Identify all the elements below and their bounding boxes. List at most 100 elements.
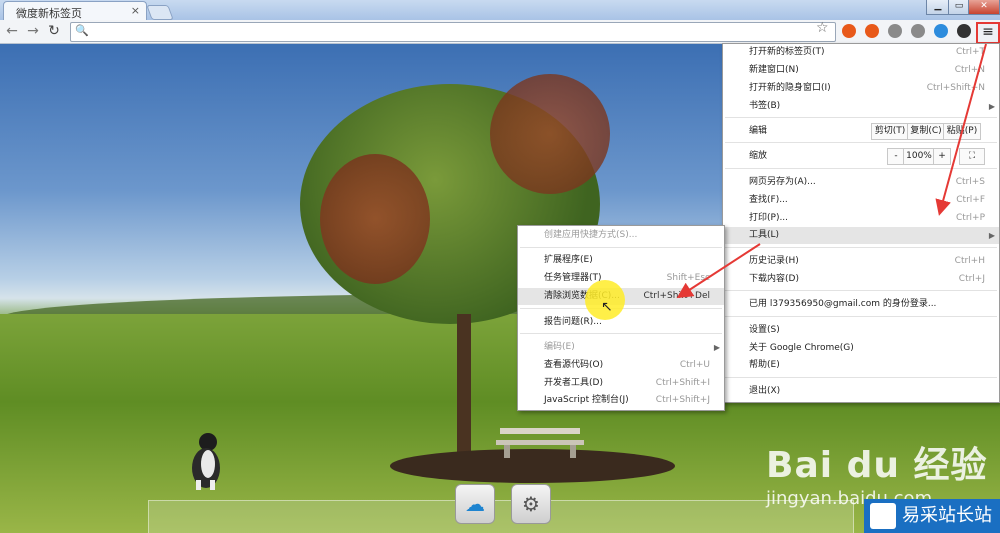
main-menu-item-5[interactable]: 编辑 剪切(T) 复制(C) 粘贴(P) [723, 123, 999, 140]
main-menu-item-15[interactable]: 关于 Google Chrome(G) [723, 340, 999, 357]
menu-separator [725, 117, 997, 118]
tools-menu-item-3[interactable]: 任务管理器(T) Shift+Esc [518, 270, 724, 287]
forward-arrow-icon[interactable]: → [24, 22, 42, 40]
fullscreen-icon[interactable]: ⛶ [959, 148, 985, 165]
tools-menu-item-shortcut: Ctrl+Shift+I [655, 378, 710, 388]
main-menu-item-16[interactable]: 帮助(E) [723, 357, 999, 374]
tools-menu-item-1[interactable]: 创建应用快捷方式(S)... [518, 227, 724, 244]
main-menu-item-14[interactable]: 设置(S) [723, 322, 999, 339]
chrome-main-menu: 打开新的标签页(T) Ctrl+T 新建窗口(N) Ctrl+N 打开新的隐身窗口(I)… [722, 43, 1000, 403]
main-menu-item-label: 已用 l379356950@gmail.com 的身份登录... [749, 299, 937, 309]
chrome-menu-button[interactable]: ≡ [976, 22, 1000, 44]
extension-icon-6[interactable] [957, 24, 971, 38]
tools-menu-item-2[interactable]: 扩展程序(E) [518, 252, 724, 269]
main-menu-item-shortcut: Ctrl+N [954, 65, 985, 75]
main-menu-item-label: 历史记录(H) [749, 256, 799, 266]
tab-title: 微度新标签页 [16, 7, 82, 20]
main-menu-item-shortcut: Ctrl+S [955, 177, 985, 187]
main-menu-item-10[interactable]: 工具(L) ▶ [723, 227, 999, 244]
main-menu-item-1[interactable]: 打开新的标签页(T) Ctrl+T [723, 44, 999, 61]
cloud-icon[interactable]: ☁ [455, 484, 495, 524]
tab-new-tab[interactable]: 微度新标签页 × [3, 1, 147, 21]
menu-separator [520, 247, 722, 248]
tree-trunk [457, 314, 471, 454]
extension-icon-4[interactable] [911, 24, 925, 38]
main-menu-item-label: 下载内容(D) [749, 274, 799, 284]
menu-separator [725, 316, 997, 317]
settings-gear-icon[interactable]: ⚙ [511, 484, 551, 524]
tools-menu-item-label: 扩展程序(E) [544, 255, 593, 265]
extension-icon-3[interactable] [888, 24, 902, 38]
tools-menu-item-8[interactable]: 开发者工具(D) Ctrl+Shift+I [518, 375, 724, 392]
dog [192, 433, 220, 490]
search-icon: 🔍 [75, 24, 89, 37]
main-menu-item-shortcut: Ctrl+P [956, 213, 985, 223]
tools-menu-item-7[interactable]: 查看源代码(O) Ctrl+U [518, 357, 724, 374]
tree-canopy-red-left [320, 154, 430, 284]
main-menu-item-2[interactable]: 新建窗口(N) Ctrl+N [723, 62, 999, 79]
maximize-button[interactable]: ▭ [948, 0, 970, 15]
extension-icon-1[interactable] [842, 24, 856, 38]
main-menu-item-label: 书签(B) [749, 101, 781, 111]
tools-submenu: 创建应用快捷方式(S)... 扩展程序(E) 任务管理器(T) Shift+Esc 清除… [517, 225, 725, 411]
main-menu-item-label: 查找(F)... [749, 195, 788, 205]
main-menu-item-9[interactable]: 打印(P)... Ctrl+P [723, 210, 999, 227]
edit-button-3[interactable]: 粘贴(P) [943, 123, 981, 140]
main-menu-item-label: 打开新的标签页(T) [749, 47, 825, 57]
bench [496, 428, 584, 458]
main-menu-item-label: 工具(L) [749, 230, 780, 240]
edit-button-1[interactable]: 剪切(T) [871, 123, 909, 140]
extension-icon-2[interactable] [865, 24, 879, 38]
submenu-arrow-icon: ▶ [988, 231, 995, 240]
tab-close-icon[interactable]: × [131, 4, 140, 17]
tools-menu-item-label: 开发者工具(D) [544, 378, 603, 388]
tools-menu-item-label: 查看源代码(O) [544, 360, 604, 370]
zoom-in-button[interactable]: + [933, 148, 951, 165]
main-menu-item-7[interactable]: 网页另存为(A)... Ctrl+S [723, 174, 999, 191]
reload-icon[interactable]: ↻ [45, 22, 63, 40]
main-menu-item-label: 新建窗口(N) [749, 65, 799, 75]
minimize-button[interactable]: ▁ [926, 0, 950, 15]
submenu-arrow-icon: ▶ [713, 343, 720, 352]
menu-separator [520, 333, 722, 334]
bookmark-star-icon[interactable]: ☆ [816, 20, 829, 36]
site-badge-text: 易采站长站 [902, 505, 992, 526]
main-menu-item-13[interactable]: 已用 l379356950@gmail.com 的身份登录... [723, 296, 999, 313]
tools-menu-item-label: 创建应用快捷方式(S)... [544, 230, 638, 240]
main-menu-item-12[interactable]: 下载内容(D) Ctrl+J [723, 271, 999, 288]
edit-button-2[interactable]: 复制(C) [907, 123, 945, 140]
extension-icon-5[interactable] [934, 24, 948, 38]
main-menu-item-11[interactable]: 历史记录(H) Ctrl+H [723, 253, 999, 270]
tree-canopy-red-top [490, 74, 610, 194]
new-tab-button[interactable] [146, 5, 174, 20]
tools-menu-item-shortcut: Ctrl+Shift+Del [643, 291, 710, 301]
main-menu-item-shortcut: Ctrl+J [958, 274, 985, 284]
tools-menu-item-label: JavaScript 控制台(J) [544, 395, 629, 405]
main-menu-item-3[interactable]: 打开新的隐身窗口(I) Ctrl+Shift+N [723, 80, 999, 97]
tools-menu-item-5[interactable]: 报告问题(R)... [518, 314, 724, 331]
site-badge: 易采站长站 [864, 499, 1000, 533]
main-menu-item-shortcut: Ctrl+T [955, 47, 985, 57]
tools-menu-item-label: 编码(E) [544, 342, 575, 352]
close-window-button[interactable]: ✕ [968, 0, 1000, 15]
main-menu-item-label: 编辑 [749, 126, 768, 136]
main-menu-item-label: 设置(S) [749, 325, 780, 335]
main-menu-item-17[interactable]: 退出(X) [723, 383, 999, 400]
browser-toolbar: ← → ↻ 🔍 ☆ [0, 20, 1000, 44]
main-menu-item-8[interactable]: 查找(F)... Ctrl+F [723, 192, 999, 209]
back-arrow-icon[interactable]: ← [3, 22, 21, 40]
menu-separator [725, 168, 997, 169]
menu-separator [725, 290, 997, 291]
tools-menu-item-6[interactable]: 编码(E) ▶ [518, 339, 724, 356]
submenu-arrow-icon: ▶ [988, 102, 995, 111]
main-menu-item-label: 退出(X) [749, 386, 781, 396]
main-menu-item-label: 打印(P)... [749, 213, 789, 223]
menu-separator [725, 377, 997, 378]
tools-menu-item-shortcut: Ctrl+Shift+J [655, 395, 710, 405]
main-menu-item-4[interactable]: 书签(B) ▶ [723, 98, 999, 115]
app-dock-shelf [148, 500, 854, 533]
tools-menu-item-9[interactable]: JavaScript 控制台(J) Ctrl+Shift+J [518, 392, 724, 409]
address-bar[interactable]: 🔍 [70, 22, 836, 42]
main-menu-item-6[interactable]: 缩放 -100% + ⛶ [723, 148, 999, 165]
main-menu-item-label: 关于 Google Chrome(G) [749, 343, 854, 353]
